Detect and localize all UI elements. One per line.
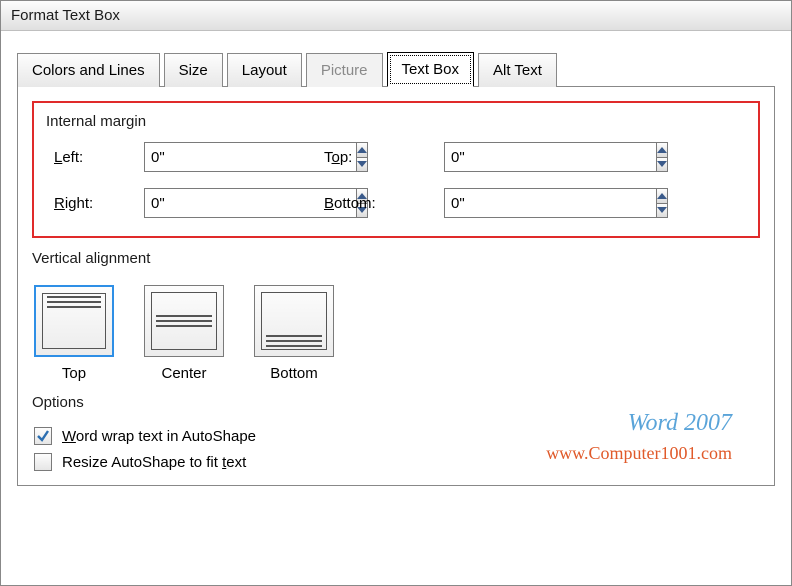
align-center-icon	[144, 285, 224, 357]
align-bottom-icon	[254, 285, 334, 357]
label-top: Top:	[324, 149, 424, 166]
dialog-content: Colors and Lines Size Layout Picture Tex…	[1, 31, 791, 496]
options-section: Options Word wrap text in AutoShape Resi…	[32, 394, 760, 475]
spin-right	[144, 188, 294, 218]
section-vertical-alignment: Vertical alignment	[32, 250, 760, 267]
tab-panel-text-box: Internal margin Left: Top:	[17, 87, 775, 486]
tab-picture: Picture	[306, 53, 383, 87]
spin-up-bottom[interactable]	[656, 188, 668, 203]
label-right: Right:	[54, 195, 124, 212]
tab-label: Text Box	[402, 61, 460, 78]
tab-alt-text[interactable]: Alt Text	[478, 53, 557, 87]
spin-buttons-bottom	[656, 188, 668, 218]
checkbox-word-wrap[interactable]	[34, 427, 52, 445]
section-internal-margin: Internal margin	[46, 113, 746, 130]
align-top-icon	[34, 285, 114, 357]
label-bottom: Bottom:	[324, 195, 424, 212]
format-text-box-dialog: Format Text Box Colors and Lines Size La…	[0, 0, 792, 586]
option-word-wrap[interactable]: Word wrap text in AutoShape	[32, 423, 760, 449]
tab-label: Size	[179, 62, 208, 79]
label-resize-autoshape: Resize AutoShape to fit text	[62, 454, 246, 471]
input-bottom[interactable]	[444, 188, 656, 218]
checkbox-resize-autoshape[interactable]	[34, 453, 52, 471]
highlight-box: Internal margin Left: Top:	[32, 101, 760, 238]
internal-margin-grid: Left: Top:	[46, 142, 746, 218]
align-option-top[interactable]: Top	[34, 285, 114, 382]
spin-down-bottom[interactable]	[656, 203, 668, 219]
spin-left	[144, 142, 294, 172]
label-word-wrap: Word wrap text in AutoShape	[62, 428, 256, 445]
spin-top	[444, 142, 594, 172]
tab-size[interactable]: Size	[164, 53, 223, 87]
align-option-center[interactable]: Center	[144, 285, 224, 382]
spin-buttons-top	[656, 142, 668, 172]
vertical-alignment-options: Top Center Bottom	[32, 279, 760, 386]
align-option-bottom[interactable]: Bottom	[254, 285, 334, 382]
align-top-label: Top	[62, 365, 86, 382]
spin-down-top[interactable]	[656, 157, 668, 173]
input-top[interactable]	[444, 142, 656, 172]
tab-label: Colors and Lines	[32, 62, 145, 79]
tab-strip: Colors and Lines Size Layout Picture Tex…	[17, 45, 775, 87]
label-left: Left:	[54, 149, 124, 166]
tab-label: Alt Text	[493, 62, 542, 79]
tab-label: Layout	[242, 62, 287, 79]
tab-colors-and-lines[interactable]: Colors and Lines	[17, 53, 160, 87]
align-center-label: Center	[161, 365, 206, 382]
tab-text-box[interactable]: Text Box	[387, 52, 475, 87]
option-resize-autoshape[interactable]: Resize AutoShape to fit text	[32, 449, 760, 475]
spin-bottom	[444, 188, 594, 218]
align-bottom-label: Bottom	[270, 365, 318, 382]
dialog-title: Format Text Box	[1, 1, 791, 31]
tab-layout[interactable]: Layout	[227, 53, 302, 87]
section-options: Options	[32, 394, 760, 411]
tab-label: Picture	[321, 62, 368, 79]
spin-up-top[interactable]	[656, 142, 668, 157]
